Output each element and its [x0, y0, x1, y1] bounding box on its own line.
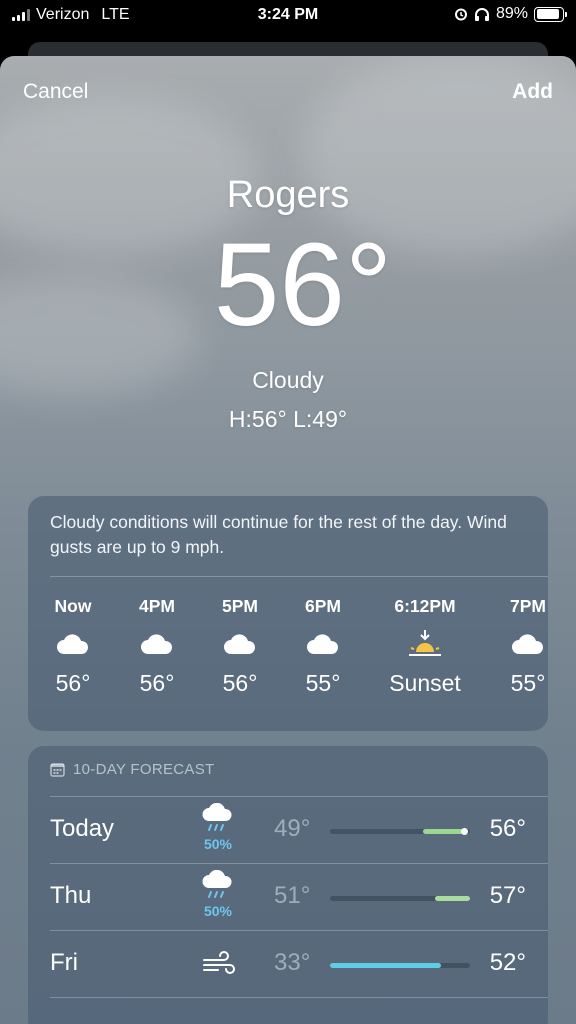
temperature-range-bar	[330, 963, 470, 968]
hour-temperature: 55°	[510, 670, 546, 696]
hour-temperature: Sunset	[389, 670, 461, 696]
low-temperature: 49°	[274, 815, 311, 842]
temperature-range-fill	[435, 896, 470, 901]
hour-item: Now 56°	[28, 596, 118, 697]
hour-label: Now	[54, 596, 92, 616]
day-label: Fri	[50, 949, 78, 976]
ten-day-header-label: 10-DAY FORECAST	[73, 761, 215, 778]
add-button[interactable]: Add	[512, 80, 553, 104]
hour-item: 7PM 55°	[483, 596, 548, 697]
low-temperature: 51°	[274, 882, 311, 909]
hour-label: 7PM	[510, 596, 546, 616]
current-temperature: 56°	[213, 219, 393, 351]
headphones-icon	[474, 8, 489, 21]
hour-label: 5PM	[222, 596, 258, 616]
ten-day-header: 10-DAY FORECAST	[50, 761, 214, 778]
hour-temperature: 55°	[305, 670, 341, 696]
hour-item: 6PM 55°	[278, 596, 368, 697]
precipitation-chance: 50%	[203, 836, 233, 852]
hour-temperature: 56°	[222, 670, 258, 696]
city-name: Rogers	[226, 174, 350, 216]
forecast-summary: Cloudy conditions will continue for the …	[50, 512, 507, 557]
rain-cloud-icon: 50%	[194, 802, 242, 852]
hour-item: 5PM 56°	[195, 596, 285, 697]
day-label: Thu	[50, 882, 92, 909]
cloud-icon	[112, 618, 202, 670]
hour-label: 6:12PM	[394, 596, 456, 616]
temperature-range-bar	[330, 828, 470, 835]
current-condition: Cloudy	[252, 367, 324, 393]
hour-item: 6:12PM Sunset	[380, 596, 470, 697]
forecast-row[interactable]: Fri 33° 52°	[28, 931, 548, 997]
temperature-range-bar	[330, 896, 470, 901]
forecast-row[interactable]: Today 50% 49° 56°	[28, 797, 548, 863]
cloud-icon	[195, 618, 285, 670]
hour-label: 4PM	[139, 596, 175, 616]
day-label: Today	[50, 815, 115, 842]
battery-level	[536, 9, 559, 19]
battery-percent: 89%	[495, 5, 528, 22]
wind-icon	[194, 951, 242, 982]
hour-temperature: 56°	[55, 670, 91, 696]
temperature-range-fill	[330, 963, 441, 968]
rain-cloud-icon: 50%	[194, 869, 242, 919]
precipitation-chance: 50%	[203, 903, 233, 919]
sunset-icon	[380, 618, 470, 670]
status-right: 89%	[454, 5, 567, 23]
cloud-icon	[483, 618, 548, 670]
hourly-forecast-card[interactable]: Cloudy conditions will continue for the …	[28, 496, 548, 731]
cloud-icon	[278, 618, 368, 670]
alarm-icon	[454, 8, 467, 21]
divider	[50, 997, 548, 998]
status-bar: Verizon LTE 3:24 PM 89%	[0, 0, 576, 32]
calendar-icon	[50, 763, 65, 777]
sheet-nav-bar: Cancel Add	[0, 80, 576, 108]
temperature-range-fill	[423, 829, 465, 834]
battery-icon	[534, 6, 567, 22]
low-temperature: 33°	[274, 949, 311, 976]
high-temperature: 52°	[489, 949, 526, 976]
high-low-temperature: H:56° L:49°	[228, 406, 348, 432]
forecast-row[interactable]: Thu 50% 51° 57°	[28, 864, 548, 930]
weather-sheet: Cancel Add Rogers 56° Cloudy H:56° L:49°…	[0, 56, 576, 1024]
cloud-icon	[28, 618, 118, 670]
hour-label: 6PM	[305, 596, 341, 616]
cancel-button[interactable]: Cancel	[23, 80, 88, 104]
hour-item: 4PM 56°	[112, 596, 202, 697]
high-temperature: 57°	[489, 882, 526, 909]
divider	[50, 576, 548, 577]
hour-temperature: 56°	[139, 670, 175, 696]
high-temperature: 56°	[489, 815, 526, 842]
current-temperature-dot	[460, 828, 468, 835]
ten-day-forecast-card[interactable]: 10-DAY FORECAST Today 50% 49° 56° Thu 50% 51° 5…	[28, 746, 548, 1024]
